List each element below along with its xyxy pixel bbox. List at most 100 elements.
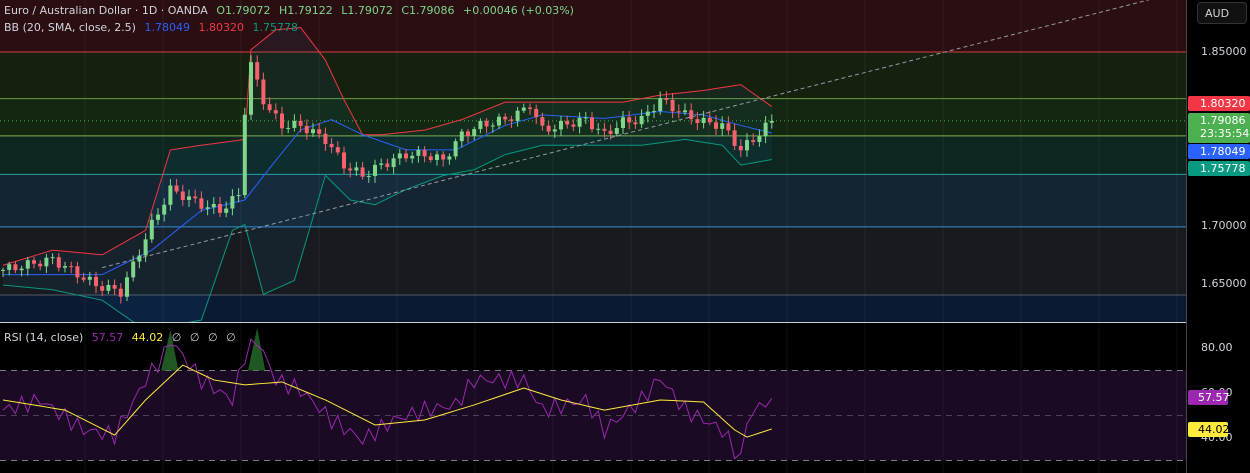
candle-body xyxy=(280,113,284,129)
candle-body xyxy=(143,239,148,256)
price-axis[interactable]: AUD 1.85000 1.70000 1.65000 1.80320 1.79… xyxy=(1186,0,1250,473)
rsi-chart[interactable] xyxy=(0,323,1186,473)
candle-body xyxy=(577,117,582,127)
rsi-overbought-fill xyxy=(247,327,266,371)
candle-body xyxy=(627,117,632,123)
candle-body xyxy=(236,195,241,197)
bar-countdown: 23:35:54 xyxy=(1200,127,1250,140)
candle-body xyxy=(633,122,638,125)
bb-lower-value: 1.75778 xyxy=(252,21,298,34)
bb-upper-value: 1.80320 xyxy=(198,21,244,34)
candle-body xyxy=(311,129,315,134)
candle xyxy=(249,55,253,121)
candle-body xyxy=(75,266,80,278)
candle-body xyxy=(69,266,74,268)
bb-basis-value: 1.78049 xyxy=(144,21,190,34)
candle-body xyxy=(267,104,272,111)
candle-body xyxy=(187,196,191,200)
candle-body xyxy=(614,127,619,134)
candle-body xyxy=(373,164,377,176)
rsi-tick: 80.00 xyxy=(1201,341,1233,354)
candle-body xyxy=(701,117,706,124)
candle-body xyxy=(7,264,12,270)
price-tick: 1.85000 xyxy=(1201,45,1247,58)
candle-body xyxy=(751,140,756,142)
price-tick: 1.65000 xyxy=(1201,277,1247,290)
rsi-label[interactable]: RSI (14, close) xyxy=(4,331,83,344)
candle-body xyxy=(695,119,700,124)
ohlc-close: C1.79086 xyxy=(401,4,455,17)
candle-body xyxy=(565,120,570,125)
candle-body xyxy=(490,125,495,127)
candle-body xyxy=(503,116,508,120)
candle-body xyxy=(509,119,514,121)
candle-body xyxy=(732,130,737,146)
candle-body xyxy=(534,108,539,118)
candle-body xyxy=(571,124,576,127)
candle-body xyxy=(652,111,656,113)
candle-body xyxy=(118,288,123,297)
candle-body xyxy=(100,286,105,291)
candle-body xyxy=(174,185,179,192)
candle-body xyxy=(590,117,594,130)
candle-body xyxy=(286,127,291,129)
price-tick: 1.70000 xyxy=(1201,219,1247,232)
candle-body xyxy=(25,260,30,269)
bb-upper-tag: 1.80320 xyxy=(1188,96,1250,111)
bb-label[interactable]: BB (20, SMA, close, 2.5) xyxy=(4,21,136,34)
candle-body xyxy=(621,117,625,128)
candle-body xyxy=(453,141,458,157)
candle-body xyxy=(738,145,743,151)
ohlc-change: +0.00046 (+0.03%) xyxy=(463,4,574,17)
candle-body xyxy=(466,131,470,136)
candle-body xyxy=(521,107,526,111)
candle-body xyxy=(608,130,613,134)
candle-body xyxy=(360,167,365,177)
candle-body xyxy=(193,196,198,199)
candle-body xyxy=(94,276,98,287)
candle-body xyxy=(552,129,557,132)
candle-body xyxy=(44,257,49,267)
background-zone xyxy=(0,52,1186,99)
candle-body xyxy=(13,264,18,271)
candle-body xyxy=(230,196,235,209)
candle-body xyxy=(639,115,644,125)
candle-body xyxy=(540,117,545,126)
candle-body xyxy=(342,152,346,169)
rsi-tag: 57.57 xyxy=(1188,390,1230,405)
symbol-title[interactable]: Euro / Australian Dollar · 1D · OANDA xyxy=(4,4,208,17)
candle-body xyxy=(720,123,725,129)
bb-basis-tag: 1.78049 xyxy=(1188,144,1250,159)
candle-body xyxy=(658,98,663,112)
candle-body xyxy=(397,153,402,159)
currency-button[interactable]: AUD xyxy=(1197,2,1247,24)
candle-body xyxy=(670,99,675,112)
last-price: 1.79086 xyxy=(1200,114,1246,127)
candle-body xyxy=(379,163,384,165)
candle-body xyxy=(224,208,229,213)
candle-body xyxy=(714,122,718,129)
price-chart[interactable] xyxy=(0,0,1186,322)
ohlc-high: H1.79122 xyxy=(278,4,333,17)
candle-body xyxy=(515,110,520,121)
candle-body xyxy=(137,255,142,262)
candle-body xyxy=(329,144,334,148)
candle-body xyxy=(63,266,67,268)
candle-body xyxy=(559,120,563,130)
candle-body xyxy=(38,263,43,267)
candle-body xyxy=(199,198,204,209)
candle-body xyxy=(87,276,92,280)
candle-body xyxy=(546,125,551,132)
candle-body xyxy=(32,260,36,264)
candle-body xyxy=(249,62,253,115)
candle-body xyxy=(459,131,464,142)
candle-body xyxy=(645,111,650,116)
candle-body xyxy=(763,122,768,137)
candle-body xyxy=(769,120,774,123)
rsi-extra-0: ∅ xyxy=(171,331,182,344)
candle-body xyxy=(391,158,396,168)
bb-legend: BB (20, SMA, close, 2.5) 1.78049 1.80320… xyxy=(4,21,303,34)
candle-body xyxy=(125,277,129,297)
candle-body xyxy=(602,128,607,131)
candle-body xyxy=(404,153,408,159)
